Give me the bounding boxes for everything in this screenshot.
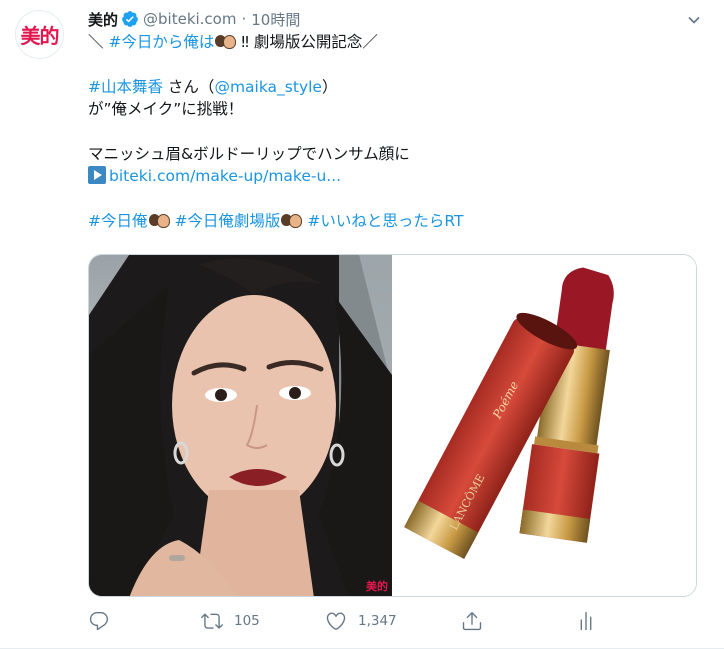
handle[interactable]: @biteki.com bbox=[143, 10, 236, 28]
text-span: さん（ bbox=[163, 78, 215, 96]
url-link[interactable]: biteki.com/make-up/make-u... bbox=[109, 167, 341, 185]
separator: · bbox=[241, 10, 247, 28]
hashtag-link[interactable]: #今日から俺は bbox=[108, 33, 214, 51]
retweet-icon bbox=[201, 613, 223, 629]
reply-icon bbox=[89, 612, 109, 631]
like-icon bbox=[326, 612, 346, 630]
tweet-text: ＼ #今日から俺は ‼ 劇場版公開記念／ #山本舞香 さん（@maika_sty… bbox=[88, 31, 704, 232]
hashtag-link[interactable]: #いいねと思ったらRT bbox=[307, 212, 463, 230]
share-button[interactable] bbox=[461, 610, 483, 632]
timestamp[interactable]: 10時間 bbox=[251, 9, 300, 30]
text-span: ） bbox=[321, 78, 338, 96]
text-line-2: #山本舞香 さん（@maika_style） bbox=[88, 76, 704, 98]
text-line-6: #今日俺 #今日俺劇場版 #いいねと思ったらRT bbox=[88, 210, 704, 232]
verified-badge-icon bbox=[122, 11, 138, 27]
portrait-photo[interactable]: 美的 bbox=[89, 255, 392, 596]
analytics-icon bbox=[580, 611, 592, 631]
play-icon bbox=[88, 166, 106, 184]
like-count: 1,347 bbox=[358, 613, 397, 629]
avatar-logo: 美的 bbox=[20, 24, 60, 48]
like-button[interactable]: 1,347 bbox=[325, 610, 397, 632]
analytics-button[interactable] bbox=[575, 610, 597, 632]
hashtag-link[interactable]: #今日俺劇場版 bbox=[174, 212, 280, 230]
lipstick-photo[interactable]: Poéme LANCÔME bbox=[394, 255, 696, 596]
share-icon bbox=[462, 612, 482, 631]
reply-button[interactable] bbox=[88, 610, 121, 632]
face-emoji-icon bbox=[281, 213, 303, 228]
display-name[interactable]: 美的 bbox=[88, 9, 118, 30]
text-line-1: ＼ #今日から俺は ‼ 劇場版公開記念／ bbox=[88, 31, 704, 53]
text-line-4: マニッシュ眉&ボルドーリップでハンサム顔に bbox=[88, 145, 410, 163]
hashtag-link[interactable]: #今日俺 bbox=[88, 212, 148, 230]
face-emoji-icon bbox=[148, 213, 170, 228]
text-prefix: ＼ bbox=[88, 33, 109, 51]
watermark: 美的 bbox=[366, 580, 388, 593]
text-span: ‼ 劇場版公開記念／ bbox=[236, 33, 378, 51]
hashtag-link[interactable]: #山本舞香 bbox=[88, 78, 163, 96]
lipstick-illustration: Poéme LANCÔME bbox=[404, 267, 614, 560]
mention-link[interactable]: @maika_style bbox=[214, 78, 322, 96]
text-line-5: biteki.com/make-up/make-u... bbox=[88, 165, 704, 187]
tweet[interactable]: 美的 美的 @biteki.com · 10時間 ＼ #今日から俺は ‼ 劇場版… bbox=[0, 0, 724, 649]
avatar[interactable]: 美的 bbox=[15, 10, 64, 59]
portrait-illustration bbox=[89, 255, 392, 596]
text-line-3: が”俺メイク”に挑戦！ bbox=[88, 100, 244, 118]
retweet-count: 105 bbox=[234, 613, 260, 629]
media-grid: 美的 Poéme LANCÔME bbox=[88, 254, 697, 597]
retweet-button[interactable]: 105 bbox=[201, 610, 260, 632]
tweet-body: 美的 @biteki.com · 10時間 ＼ #今日から俺は ‼ 劇場版公開記… bbox=[88, 8, 704, 232]
face-emoji-icon bbox=[215, 34, 237, 49]
action-bar: 105 1,347 bbox=[88, 610, 608, 632]
chevron-down-icon[interactable] bbox=[684, 10, 704, 30]
tweet-header: 美的 @biteki.com · 10時間 bbox=[88, 8, 704, 30]
